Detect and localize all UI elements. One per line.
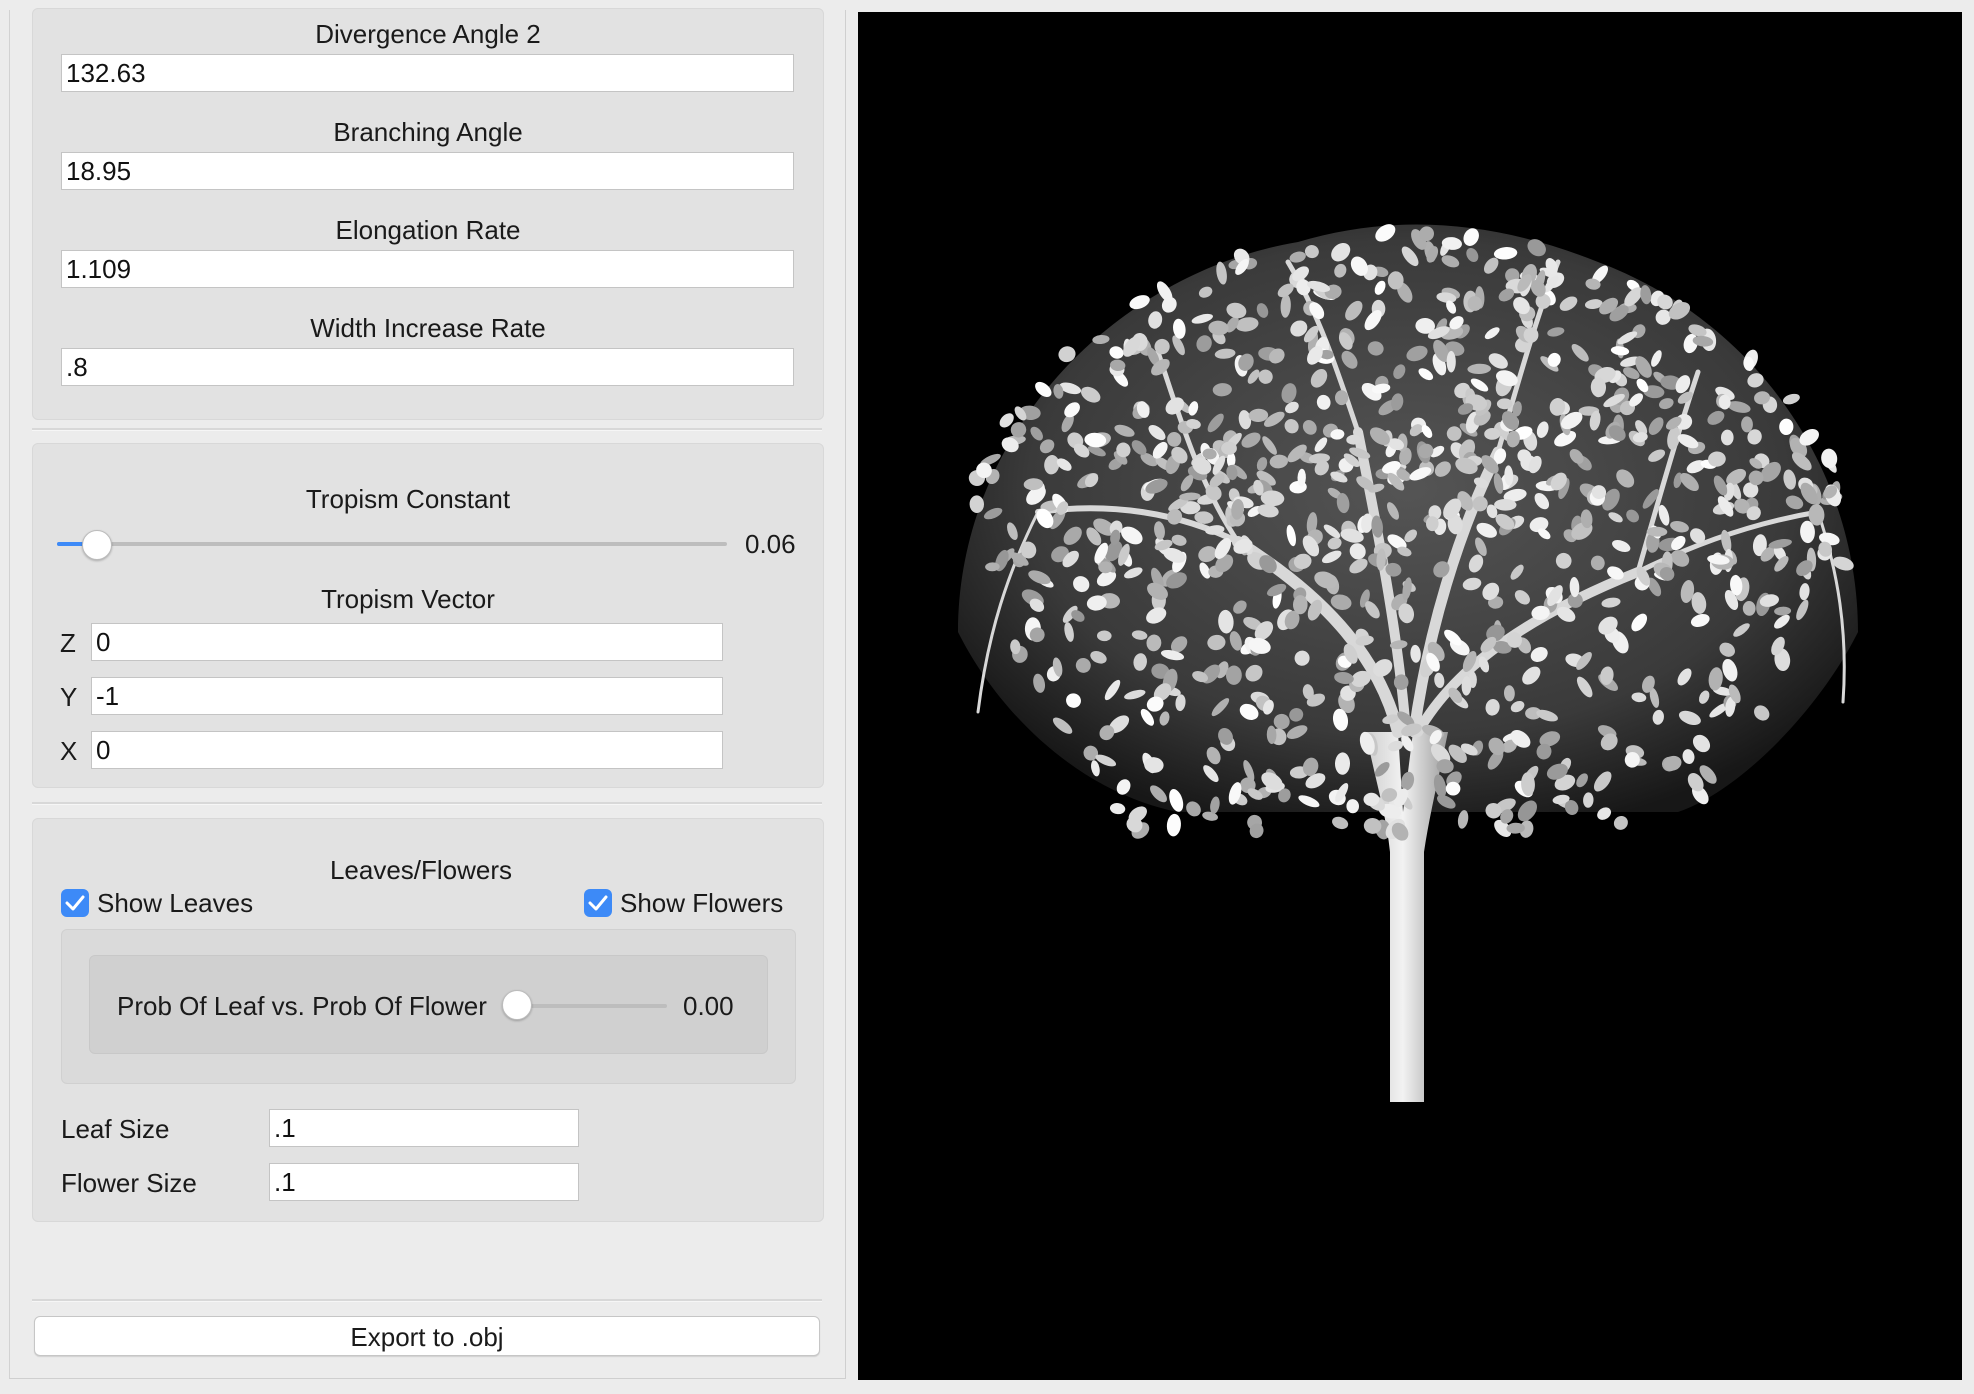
- tree-3d-viewport[interactable]: [858, 12, 1962, 1380]
- parameters-panel: Divergence Angle 2 Branching Angle Elong…: [9, 8, 846, 1379]
- tropism-vector-label: Tropism Vector: [321, 584, 495, 614]
- show-flowers-label[interactable]: Show Flowers: [620, 888, 783, 918]
- leaf: [1496, 398, 1513, 410]
- branching-angle-label: Branching Angle: [333, 117, 523, 147]
- show-leaves-label[interactable]: Show Leaves: [97, 888, 253, 918]
- divergence-angle-2-input[interactable]: [61, 54, 794, 92]
- tropism-constant-value: 0.06: [745, 529, 796, 559]
- leaves-flowers-title: Leaves/Flowers: [329, 855, 513, 885]
- leaf: [1457, 810, 1469, 829]
- prob-leaf-vs-flower-label: Prob Of Leaf vs. Prob Of Flower: [117, 991, 487, 1021]
- leaf: [1782, 393, 1800, 405]
- width-increase-rate-label: Width Increase Rate: [310, 313, 546, 343]
- leaf-size-label: Leaf Size: [61, 1114, 170, 1144]
- elongation-rate-input[interactable]: [61, 250, 794, 288]
- prob-value: 0.00: [683, 991, 734, 1021]
- leaf: [1332, 816, 1349, 830]
- flower-size-label: Flower Size: [61, 1168, 197, 1198]
- tropism-y-label: Y: [60, 682, 78, 712]
- probability-group: Prob Of Leaf vs. Prob Of Flower 0.00: [61, 929, 796, 1084]
- divergence-angle-2-label: Divergence Angle 2: [315, 19, 541, 49]
- tropism-z-input[interactable]: [91, 623, 723, 661]
- leaf-size-input[interactable]: [269, 1109, 579, 1147]
- elongation-rate-label: Elongation Rate: [335, 215, 521, 245]
- probability-box: Prob Of Leaf vs. Prob Of Flower 0.00: [89, 955, 768, 1054]
- leaf: [1446, 350, 1456, 373]
- export-obj-button[interactable]: Export to .obj: [34, 1316, 820, 1356]
- checkmark-icon: [588, 895, 608, 911]
- tree-render: [958, 224, 1858, 1102]
- leaf: [1613, 815, 1628, 830]
- leaf: [1109, 803, 1126, 815]
- tropism-z-label: Z: [60, 628, 76, 658]
- prob-slider-knob[interactable]: [502, 990, 532, 1020]
- tropism-x-label: X: [60, 736, 78, 766]
- tropism-constant-slider-knob[interactable]: [82, 530, 113, 560]
- separator: [32, 1299, 822, 1302]
- separator: [32, 802, 822, 805]
- prob-slider-track[interactable]: [517, 1004, 667, 1008]
- width-increase-rate-input[interactable]: [61, 348, 794, 386]
- growth-parameters-group: Divergence Angle 2 Branching Angle Elong…: [32, 8, 824, 420]
- app-window: Divergence Angle 2 Branching Angle Elong…: [0, 0, 1974, 1394]
- checkmark-icon: [65, 895, 85, 911]
- flower-size-input[interactable]: [269, 1163, 579, 1201]
- tropism-y-input[interactable]: [91, 677, 723, 715]
- branching-angle-input[interactable]: [61, 152, 794, 190]
- tropism-x-input[interactable]: [91, 731, 723, 769]
- tropism-constant-track[interactable]: [57, 542, 727, 546]
- separator: [32, 428, 822, 431]
- leaf: [1363, 792, 1380, 807]
- tropism-group: Tropism Constant 0.06 Tropism Vector Z Y…: [32, 443, 824, 788]
- show-flowers-checkbox[interactable]: [584, 889, 612, 917]
- tropism-constant-label: Tropism Constant: [305, 484, 511, 514]
- leaves-flowers-group: Leaves/Flowers Show Leaves Show Flowers …: [32, 818, 824, 1222]
- show-leaves-checkbox[interactable]: [61, 889, 89, 917]
- leaf: [1166, 813, 1181, 837]
